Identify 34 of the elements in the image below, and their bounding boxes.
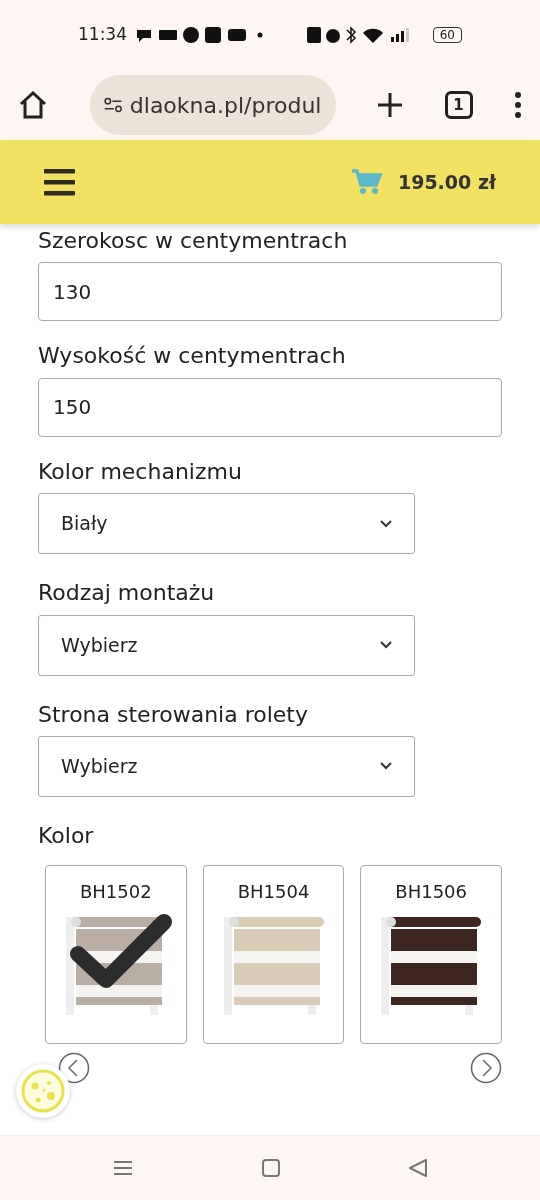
site-settings-icon[interactable] (103, 95, 122, 115)
home-icon[interactable] (18, 91, 48, 119)
chevron-down-icon[interactable] (380, 519, 392, 528)
input-field[interactable]: 130 (38, 262, 502, 322)
input-field[interactable]: 150 (38, 377, 502, 437)
status-time: 11:34 (78, 23, 127, 47)
select-field[interactable]: Wybierz (38, 735, 415, 797)
more-menu-icon[interactable] (514, 92, 522, 118)
chevron-down-icon[interactable] (380, 641, 392, 650)
battery-level: 60 (432, 27, 462, 43)
chevron-down-icon[interactable] (380, 762, 392, 771)
home-button-icon[interactable] (262, 1159, 280, 1177)
new-tab-icon[interactable] (377, 92, 403, 118)
color-swatch[interactable]: BH1502 (45, 865, 187, 1045)
cart-total[interactable]: 195.00 zł (397, 167, 496, 197)
tab-count-button[interactable]: 1 (444, 91, 473, 119)
recent-apps-icon[interactable] (112, 1160, 133, 1176)
field-label: Strona sterowania rolety (38, 701, 309, 728)
field-label: Kolor (38, 822, 95, 850)
menu-icon[interactable] (44, 168, 75, 196)
swatch-code: BH1506 (394, 880, 469, 905)
address-bar[interactable]: dlaokna.pl/produl (89, 75, 336, 135)
select-field[interactable]: Biały (38, 493, 415, 555)
color-swatch[interactable]: BH1504 (202, 865, 345, 1045)
field-label: Kolor mechanizmu (38, 458, 243, 486)
swatch-code: BH1502 (79, 880, 153, 905)
select-field[interactable]: Wybierz (38, 614, 415, 676)
swatch-code: BH1504 (236, 880, 311, 905)
field-label: Rodzaj montażu (38, 580, 216, 607)
field-label: Szerokosc w centymentrach (38, 228, 349, 255)
field-label: Wysokość w centymentrach (38, 343, 347, 370)
color-swatch[interactable]: BH1506 (360, 865, 502, 1045)
back-icon[interactable] (409, 1159, 428, 1177)
checkmark-icon (68, 912, 174, 991)
